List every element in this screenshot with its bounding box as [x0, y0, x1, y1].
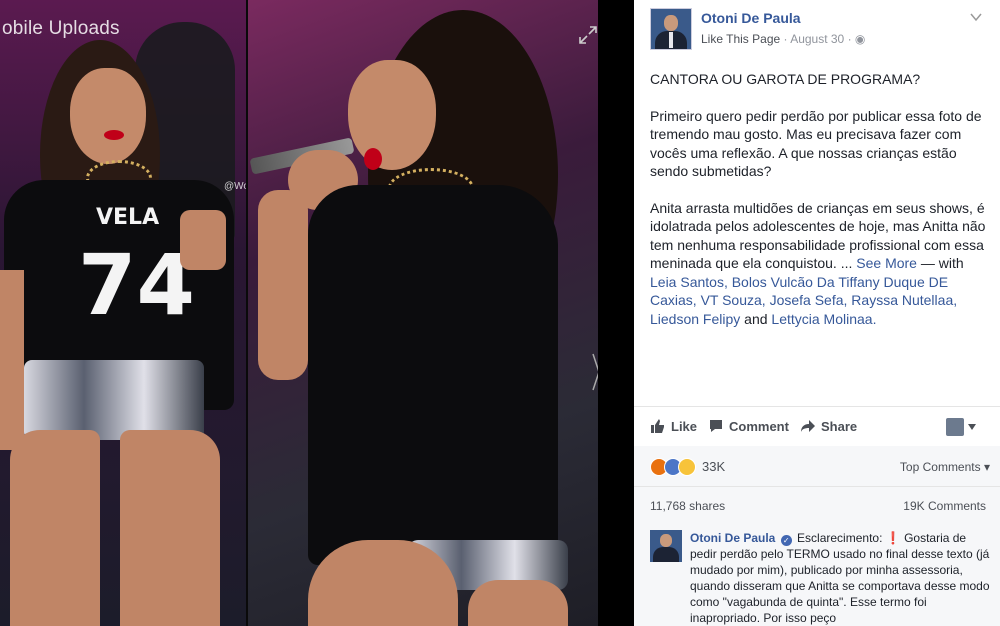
- author-avatar[interactable]: [650, 8, 692, 50]
- commenter-avatar[interactable]: [650, 530, 682, 562]
- post-body: CANTORA OU GAROTA DE PROGRAMA? Primeiro …: [650, 70, 990, 346]
- caret-down-icon[interactable]: [968, 424, 976, 430]
- shorts: [24, 360, 204, 440]
- divider: [634, 486, 1000, 487]
- share-label: Share: [821, 418, 858, 434]
- see-more-link[interactable]: See More: [856, 255, 917, 271]
- leg-2: [468, 580, 568, 626]
- reactions-section: 33K Top Comments ▾ 11,768 shares 19K Com…: [634, 446, 1000, 526]
- reaction-count[interactable]: 33K: [702, 459, 725, 474]
- lips: [104, 130, 124, 140]
- shares-count[interactable]: 11,768 shares: [650, 499, 725, 513]
- photo-right: [248, 0, 598, 626]
- shirt-number: 74: [78, 236, 195, 334]
- and-label: and: [744, 310, 768, 327]
- globe-icon: ◉: [854, 32, 866, 46]
- comment-text: Gostaria de pedir perdão pelo TERMO usad…: [690, 531, 990, 625]
- comment-lead: Esclarecimento:: [797, 531, 883, 545]
- lips: [364, 148, 382, 170]
- tagged-person-last[interactable]: Lettycia Molinaa.: [771, 311, 876, 327]
- watermark: @WorkAnitta: [224, 181, 246, 192]
- top-comments-label: Top Comments: [899, 460, 981, 474]
- comment-body: Otoni De Paula ✓ Esclarecimento: ❗ Gosta…: [690, 530, 990, 626]
- arm-left: [0, 270, 24, 450]
- comment-label: Comment: [729, 418, 789, 434]
- with-label: — with: [920, 255, 964, 271]
- exclamation-icon: ❗: [885, 531, 901, 545]
- like-button[interactable]: Like: [650, 418, 697, 434]
- action-bar: Like Comment Share: [650, 418, 990, 440]
- arm-right: [180, 210, 226, 270]
- like-page-link[interactable]: Like This Page: [701, 32, 780, 46]
- chevron-down-icon[interactable]: [970, 12, 982, 22]
- comment-button[interactable]: Comment: [708, 418, 789, 434]
- haha-reaction-icon: [678, 458, 696, 476]
- photo-viewer[interactable]: VELA 74 @WorkAnitta obile Uploads: [0, 0, 598, 626]
- commenter-name[interactable]: Otoni De Paula: [690, 531, 775, 545]
- expand-icon[interactable]: [579, 26, 597, 44]
- post-meta: Like This Page · August 30 · ◉: [701, 32, 866, 46]
- photo-left: VELA 74 @WorkAnitta: [0, 0, 246, 626]
- leg-right: [120, 430, 220, 626]
- arm: [258, 190, 308, 380]
- leg: [308, 540, 458, 626]
- share-icon: [801, 420, 815, 432]
- divider: [634, 406, 1000, 407]
- album-title: obile Uploads: [2, 18, 120, 39]
- post-panel: Otoni De Paula Like This Page · August 3…: [634, 0, 1000, 626]
- leg-left: [10, 430, 100, 626]
- post-date[interactable]: August 30: [790, 32, 844, 46]
- post-paragraph: Primeiro quero pedir perdão por publicar…: [650, 107, 982, 180]
- thumbs-up-icon: [651, 419, 664, 433]
- next-arrow-icon[interactable]: [592, 352, 598, 392]
- verified-badge-icon: ✓: [780, 535, 792, 546]
- caret-down-icon: ▾: [983, 460, 990, 474]
- comments-count[interactable]: 19K Comments: [903, 499, 986, 513]
- post-paragraph: CANTORA OU GAROTA DE PROGRAMA?: [650, 71, 921, 87]
- comment-icon: [710, 420, 722, 432]
- like-label: Like: [671, 418, 698, 434]
- author-name[interactable]: Otoni De Paula: [701, 10, 801, 26]
- shirt: [308, 185, 558, 565]
- user-avatar[interactable]: [946, 418, 964, 436]
- top-comments-selector[interactable]: Top Comments ▾: [900, 460, 990, 474]
- shirt-text: VELA: [96, 205, 160, 230]
- post-paragraph: Anita arrasta multidões de crianças em s…: [650, 199, 990, 329]
- comment-item: Otoni De Paula ✓ Esclarecimento: ❗ Gosta…: [634, 526, 1000, 626]
- share-button[interactable]: Share: [800, 418, 857, 434]
- face: [70, 68, 146, 164]
- face: [348, 60, 436, 170]
